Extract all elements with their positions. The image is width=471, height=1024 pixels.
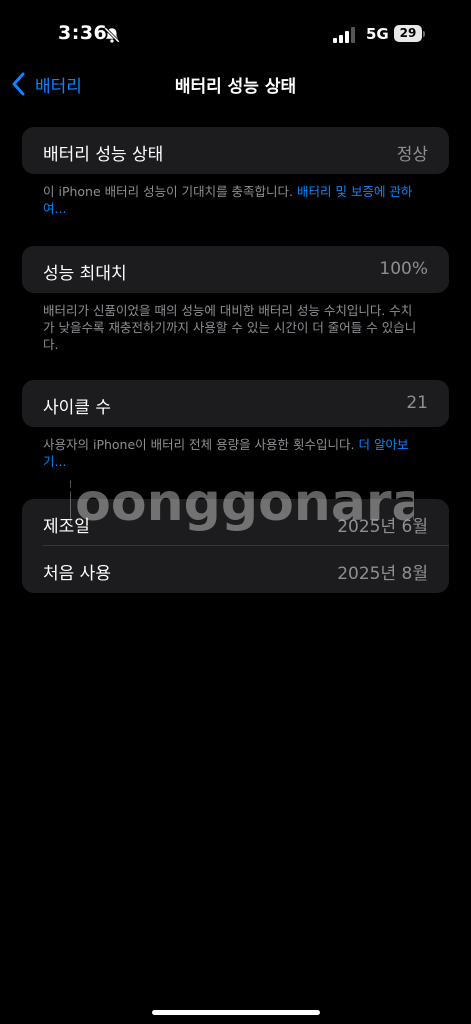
max-capacity-label: 성능 최대치 <box>43 264 127 284</box>
battery-icon: 29 <box>394 25 422 42</box>
status-bar: 3:36 5G 29 <box>0 0 471 70</box>
battery-health-group: 배터리 성능 상태 정상 <box>22 127 449 174</box>
cycle-count-footer-text: 사용자의 iPhone이 배터리 전체 용량을 사용한 횟수입니다. <box>43 437 359 452</box>
battery-health-footer: 이 iPhone 배터리 성능이 기대치를 충족합니다. 배터리 및 보증에 관… <box>43 183 423 217</box>
first-use-value: 2025년 8월 <box>337 564 428 584</box>
cycle-count-label: 사이클 수 <box>43 398 111 418</box>
cycle-count-footer: 사용자의 iPhone이 배터리 전체 용량을 사용한 횟수입니다. 더 알아보… <box>43 436 423 470</box>
home-indicator[interactable] <box>152 1010 320 1015</box>
navigation-bar: 배터리 배터리 성능 상태 <box>0 64 471 104</box>
max-capacity-value: 100% <box>379 259 428 279</box>
battery-health-value: 정상 <box>396 145 428 165</box>
page-title: 배터리 성능 상태 <box>174 77 297 97</box>
max-capacity-row: 성능 최대치 100% <box>22 246 449 293</box>
battery-health-row: 배터리 성능 상태 정상 <box>22 127 449 174</box>
bell-slash-icon <box>104 27 120 43</box>
max-capacity-group: 성능 최대치 100% <box>22 246 449 293</box>
cellular-signal-icon <box>333 27 355 43</box>
battery-health-footer-text: 이 iPhone 배터리 성능이 기대치를 충족합니다. <box>43 184 298 199</box>
first-use-label: 처음 사용 <box>43 564 111 584</box>
battery-level: 29 <box>399 26 417 40</box>
watermark-text: joonggonara <box>70 473 414 533</box>
cycle-count-row: 사이클 수 21 <box>22 380 449 427</box>
network-type: 5G <box>366 25 389 43</box>
status-time: 3:36 <box>58 22 108 44</box>
cycle-count-group: 사이클 수 21 <box>22 380 449 427</box>
battery-nub <box>423 31 425 37</box>
joonggonara-watermark: joonggonara <box>70 473 414 533</box>
battery-health-label: 배터리 성능 상태 <box>43 145 164 165</box>
cycle-count-value: 21 <box>406 393 428 413</box>
max-capacity-footer: 배터리가 신품이었을 때의 성능에 대비한 배터리 성능 수치입니다. 수치가 … <box>43 303 417 352</box>
first-use-row: 처음 사용 2025년 8월 <box>22 546 449 593</box>
